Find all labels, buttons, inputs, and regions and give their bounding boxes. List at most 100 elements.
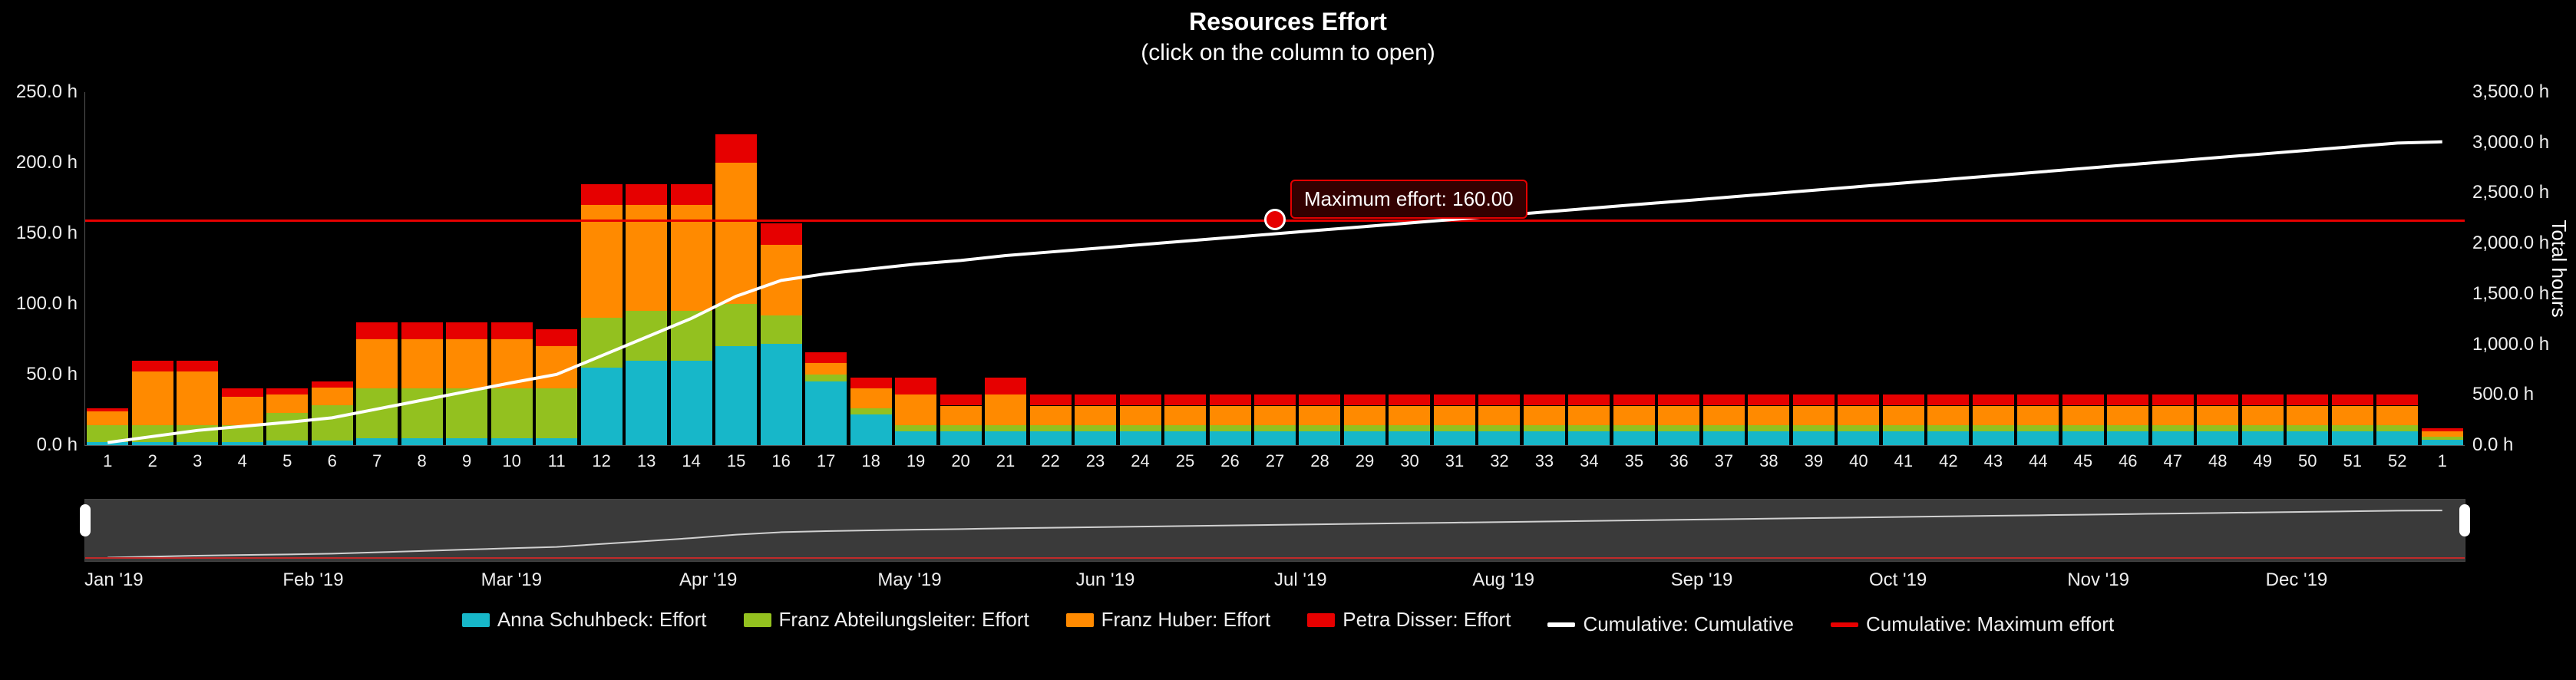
bar-segment	[2332, 431, 2373, 445]
bar-segment	[1613, 394, 1655, 406]
tooltip-text: Maximum effort: 160.00	[1304, 187, 1514, 210]
bar-segment	[581, 205, 623, 318]
x-tick: 17	[805, 451, 847, 471]
y-tick-right: 500.0 h	[2472, 384, 2572, 405]
bar-segment	[1344, 406, 1385, 426]
bar-segment	[1838, 394, 1879, 406]
bar-segment	[87, 408, 128, 411]
navigator-selection[interactable]	[85, 500, 2465, 561]
bar-segment	[312, 441, 353, 445]
bar-segment	[2107, 431, 2148, 445]
bar-segment	[850, 388, 892, 408]
bar-segment	[671, 361, 712, 445]
navigator-handle-left[interactable]	[80, 504, 91, 536]
bar-segment	[940, 431, 982, 445]
chart-subtitle: (click on the column to open)	[0, 40, 2576, 66]
navigator-handle-right[interactable]	[2459, 504, 2470, 536]
bar-segment	[1838, 406, 1879, 426]
x-tick: 41	[1883, 451, 1924, 471]
x-tick: 50	[2287, 451, 2328, 471]
bar-segment	[2017, 406, 2059, 426]
bar-segment	[356, 339, 398, 388]
bar-segment	[1434, 431, 1475, 445]
legend-item[interactable]: Cumulative: Cumulative	[1547, 612, 1794, 636]
bar-segment	[2422, 437, 2463, 440]
bar-segment	[1973, 394, 2014, 406]
bar-segment	[2422, 440, 2463, 445]
bar-segment	[1164, 425, 1206, 431]
plot-area[interactable]: 0.0 h50.0 h100.0 h150.0 h200.0 h250.0 h …	[84, 92, 2465, 446]
bar-segment	[895, 425, 936, 431]
x-tick: 28	[1299, 451, 1340, 471]
x-tick: 9	[446, 451, 487, 471]
bar-segment	[761, 315, 802, 344]
bar-segment	[1927, 431, 1969, 445]
x-tick: 23	[1075, 451, 1116, 471]
x-tick: 20	[940, 451, 982, 471]
bar-segment	[1658, 406, 1699, 426]
x-tick: 44	[2017, 451, 2059, 471]
bar-segment	[2242, 431, 2284, 445]
legend-label: Franz Abteilungsleiter: Effort	[779, 608, 1029, 632]
y-tick-left: 150.0 h	[1, 223, 78, 244]
y-tick-right: 3,500.0 h	[2472, 81, 2572, 103]
bar-segment	[1210, 406, 1251, 426]
bar-segment	[626, 361, 667, 445]
bar-segment	[581, 184, 623, 206]
bar-segment	[1210, 394, 1251, 406]
bar-segment	[1658, 431, 1699, 445]
x-tick: 49	[2242, 451, 2284, 471]
bar-segment	[940, 394, 982, 406]
bar-segment	[132, 442, 173, 445]
bar-segment	[87, 411, 128, 425]
bar-segment	[1927, 406, 1969, 426]
x-tick: 5	[266, 451, 308, 471]
legend-item[interactable]: Franz Huber: Effort	[1066, 608, 1271, 632]
bar-segment	[2017, 425, 2059, 431]
bar-segment	[2152, 394, 2194, 406]
bar-segment	[1524, 394, 1565, 406]
legend-item[interactable]: Anna Schuhbeck: Effort	[462, 608, 707, 632]
legend-item[interactable]: Franz Abteilungsleiter: Effort	[744, 608, 1029, 632]
bar-segment	[761, 245, 802, 315]
bar-segment	[761, 344, 802, 445]
chart-root: Resources Effort (click on the column to…	[0, 0, 2576, 680]
bar-segment	[1658, 394, 1699, 406]
month-tick: Nov '19	[2067, 569, 2129, 591]
bar-segment	[1568, 425, 1610, 431]
bar-segment	[536, 346, 577, 388]
y-tick-left: 200.0 h	[1, 152, 78, 173]
bar-segment	[715, 346, 757, 445]
bar-segment	[446, 388, 487, 437]
bar-segment	[266, 413, 308, 441]
x-tick: 19	[895, 451, 936, 471]
bar-segment	[312, 388, 353, 406]
bar-segment	[1748, 425, 1789, 431]
x-tick: 10	[491, 451, 533, 471]
legend-item[interactable]: Cumulative: Maximum effort	[1831, 612, 2114, 636]
bar-segment	[1883, 394, 1924, 406]
bar-segment	[895, 378, 936, 394]
bar-segment	[266, 388, 308, 394]
bar-segment	[805, 381, 847, 445]
x-tick: 3	[177, 451, 218, 471]
bar-segment	[1613, 425, 1655, 431]
month-tick: Dec '19	[2266, 569, 2328, 591]
bar-segment	[1254, 394, 1296, 406]
bar-segment	[1748, 394, 1789, 406]
bar-segment	[2242, 406, 2284, 426]
bar-segment	[222, 397, 263, 425]
bar-segment	[2287, 394, 2328, 406]
bar-segment	[940, 406, 982, 426]
x-tick: 22	[1030, 451, 1072, 471]
legend-item[interactable]: Petra Disser: Effort	[1307, 608, 1511, 632]
bar-segment	[491, 388, 533, 437]
navigator[interactable]	[84, 499, 2465, 562]
bar-segment	[1030, 431, 1072, 445]
bar-segment	[1703, 431, 1745, 445]
bar-segment	[491, 322, 533, 339]
bar-segment	[222, 442, 263, 445]
bar-segment	[401, 388, 443, 437]
bar-segment	[1434, 425, 1475, 431]
x-tick: 1	[2422, 451, 2463, 471]
